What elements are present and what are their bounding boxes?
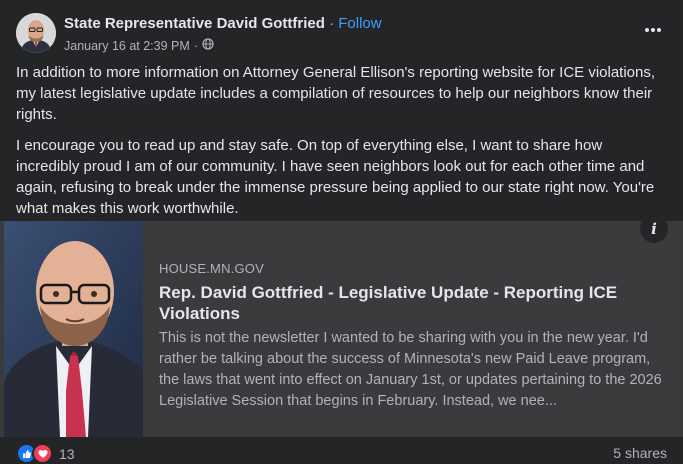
link-thumbnail[interactable]: [4, 221, 143, 437]
globe-icon[interactable]: [202, 38, 214, 53]
post-header: State Representative David Gottfried · F…: [16, 12, 667, 56]
post-paragraph-1: In addition to more information on Attor…: [16, 64, 656, 123]
shares-count[interactable]: 5 shares: [613, 445, 667, 461]
link-preview-card[interactable]: i HOUSE.MN.GOV Rep. David Gottfried - Le…: [0, 215, 683, 437]
post-paragraph-2: I encourage you to read up and stay safe…: [16, 137, 655, 217]
meta-separator-dot: ·: [193, 38, 198, 53]
author-avatar[interactable]: [16, 13, 56, 53]
author-line: State Representative David Gottfried · F…: [64, 15, 382, 32]
post-text: In addition to more information on Attor…: [16, 62, 668, 229]
reaction-count: 13: [59, 445, 75, 462]
follow-button[interactable]: Follow: [338, 15, 381, 32]
link-card-body: HOUSE.MN.GOV Rep. David Gottfried - Legi…: [159, 261, 664, 412]
post-footer: 13 5 shares: [16, 443, 667, 464]
separator-dot: ·: [329, 15, 335, 32]
post-meta: January 16 at 2:39 PM ·: [64, 38, 214, 53]
info-icon[interactable]: i: [640, 215, 668, 243]
link-title[interactable]: Rep. David Gottfried - Legislative Updat…: [159, 282, 664, 324]
post-timestamp[interactable]: January 16 at 2:39 PM: [64, 39, 190, 53]
reaction-summary[interactable]: 13: [16, 443, 75, 464]
love-reaction-icon: [32, 443, 53, 464]
author-name[interactable]: State Representative David Gottfried: [64, 15, 325, 32]
more-options-icon[interactable]: [639, 18, 667, 42]
link-description: This is not the newsletter I wanted to b…: [159, 330, 662, 409]
link-domain: HOUSE.MN.GOV: [159, 261, 264, 276]
